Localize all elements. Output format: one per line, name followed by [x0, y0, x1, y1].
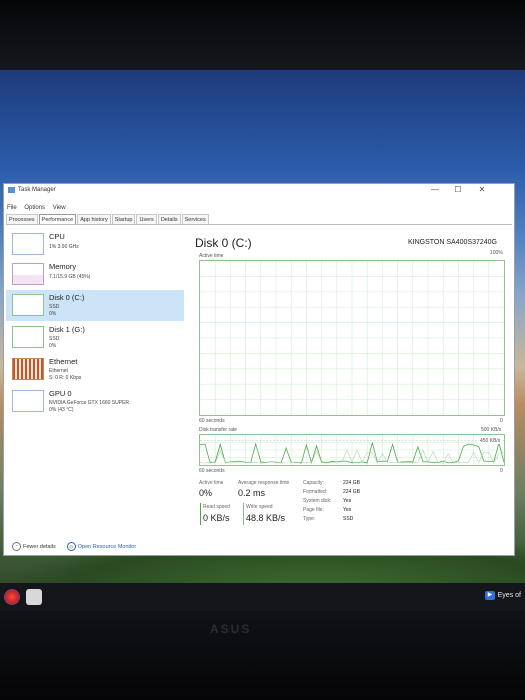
sidebar-item-disk-0[interactable]: Disk 0 (C:) SSD 0% — [6, 290, 184, 321]
memory-thumbnail — [12, 263, 44, 285]
tab-divider — [6, 224, 512, 225]
transfer-graph-max: 500 KB/s — [481, 427, 502, 433]
write-speed-marker — [243, 503, 244, 525]
sidebar-item-usage: 0% — [49, 343, 57, 349]
sidebar-item-adapter: Ethernet — [49, 368, 68, 374]
close-button[interactable]: ✕ — [475, 185, 489, 195]
disk-model: KINGSTON SA400S37240G — [408, 239, 497, 246]
memory-thumbnail-fill — [13, 275, 43, 284]
property-value: 224 GB — [343, 480, 360, 486]
sidebar-item-detail: 1% 3.90 GHz — [49, 244, 79, 250]
sidebar-item-usage: 0% (43 °C) — [49, 407, 74, 413]
active-time-graph-max: 100% — [490, 250, 503, 256]
menu-file[interactable]: File — [7, 205, 17, 211]
monitor-bezel-bottom — [0, 611, 525, 700]
read-speed-value: 0 KB/s — [203, 513, 230, 523]
sidebar-item-model: NVIDIA GeForce GTX 1660 SUPER — [49, 400, 130, 406]
sidebar-item-gpu[interactable]: GPU 0 NVIDIA GeForce GTX 1660 SUPER 0% (… — [6, 386, 184, 417]
property-value: Yes — [343, 498, 352, 504]
property-value: SSD — [343, 516, 354, 522]
sidebar-item-title: GPU 0 — [49, 389, 72, 398]
graph1-x-right: 0 — [500, 418, 503, 424]
property-value: 224 GB — [343, 489, 360, 495]
active-time-graph-label: Active time — [199, 253, 224, 259]
maximize-button[interactable]: ☐ — [451, 185, 465, 195]
minimize-button[interactable]: — — [428, 185, 442, 195]
ethernet-thumbnail — [12, 358, 44, 380]
read-speed-label: Read speed — [203, 504, 230, 510]
avg-response-stat-value: 0.2 ms — [238, 488, 266, 498]
taskbar-media-label[interactable]: Eyes of — [498, 592, 521, 599]
disk-transfer-graph — [199, 434, 505, 466]
graph2-x-left: 60 seconds — [199, 468, 225, 474]
property-key: Page file: — [303, 507, 324, 513]
property-key: Formatted: — [303, 489, 328, 495]
tab-strip: Processes Performance App history Startu… — [6, 214, 210, 225]
graph1-x-left: 60 seconds — [199, 418, 225, 424]
sidebar-item-ethernet[interactable]: Ethernet Ethernet S: 0 R: 0 Kbps — [6, 354, 184, 385]
performance-sidebar: CPU 1% 3.90 GHz Memory 7.1/15.9 GB (45%)… — [6, 229, 184, 529]
active-time-stat-label: Active time — [199, 480, 224, 486]
task-manager-taskbar-icon[interactable] — [26, 589, 42, 605]
sidebar-item-usage: 0% — [49, 311, 57, 317]
window-title: Task Manager — [18, 187, 56, 193]
browser-icon[interactable] — [4, 589, 20, 605]
transfer-graph-label: Disk transfer rate — [199, 427, 238, 433]
fewer-details-link[interactable]: Fewer details — [23, 544, 56, 550]
sidebar-item-title: Ethernet — [49, 357, 78, 366]
sidebar-item-cpu[interactable]: CPU 1% 3.90 GHz — [6, 229, 184, 260]
monitor-bezel-top — [0, 0, 525, 70]
task-manager-window: Task Manager — ☐ ✕ File Options View Pro… — [3, 183, 515, 556]
sidebar-item-memory[interactable]: Memory 7.1/15.9 GB (45%) — [6, 259, 184, 290]
graph2-x-right: 0 — [500, 468, 503, 474]
transfer-reference-label: 450 KB/s — [479, 438, 502, 444]
sidebar-item-title: Memory — [49, 262, 77, 271]
gpu-thumbnail — [12, 390, 44, 412]
chevron-up-icon[interactable]: ⌃ — [12, 542, 21, 551]
sidebar-item-type: SSD — [49, 304, 60, 310]
menu-bar: File Options View — [7, 205, 72, 211]
active-time-stat-value: 0% — [199, 488, 213, 498]
write-speed-value: 48.8 KB/s — [246, 513, 286, 523]
sidebar-item-throughput: S: 0 R: 0 Kbps — [49, 375, 82, 381]
sidebar-item-type: SSD — [49, 336, 60, 342]
write-speed-label: Write speed — [246, 504, 273, 510]
property-value: Yes — [343, 507, 352, 513]
footer: ⌃ Fewer details ◴ Open Resource Monitor — [12, 542, 136, 551]
resource-monitor-icon[interactable]: ◴ — [66, 542, 76, 551]
property-key: Capacity: — [303, 480, 324, 486]
sidebar-item-title: CPU — [49, 232, 65, 241]
sidebar-item-title: Disk 0 (C:) — [49, 293, 85, 302]
disk-1-thumbnail — [12, 326, 44, 348]
property-key: Type: — [303, 516, 316, 522]
open-resource-monitor-link[interactable]: Open Resource Monitor — [78, 544, 136, 550]
sidebar-item-title: Disk 1 (G:) — [49, 325, 85, 334]
property-key: System disk: — [303, 498, 332, 504]
title-bar[interactable]: Task Manager — ☐ ✕ — [4, 184, 514, 196]
task-manager-icon — [8, 187, 15, 193]
cpu-thumbnail — [12, 233, 44, 255]
taskbar[interactable]: ▶ Eyes of — [0, 583, 525, 611]
monitor-logo: ASUS — [210, 622, 252, 636]
avg-response-stat-label: Average response time — [238, 480, 290, 486]
menu-view[interactable]: View — [53, 205, 66, 211]
page-title: Disk 0 (C:) — [195, 236, 252, 250]
menu-options[interactable]: Options — [24, 205, 45, 211]
disk-0-thumbnail — [12, 294, 44, 316]
media-play-icon[interactable]: ▶ — [485, 591, 495, 600]
read-speed-marker — [200, 503, 201, 525]
sidebar-item-disk-1[interactable]: Disk 1 (G:) SSD 0% — [6, 322, 184, 353]
active-time-graph — [199, 260, 505, 416]
sidebar-item-detail: 7.1/15.9 GB (45%) — [49, 274, 91, 280]
